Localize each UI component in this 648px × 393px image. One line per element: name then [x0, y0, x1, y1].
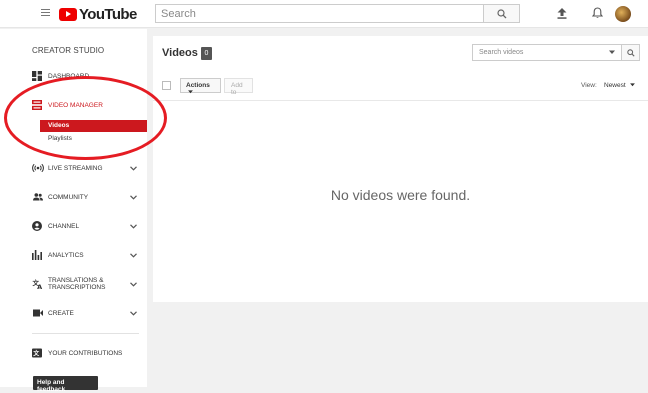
sidebar-item-label: TRANSLATIONS & TRANSCRIPTIONS — [48, 277, 106, 291]
chevron-down-icon — [130, 223, 137, 229]
dropdown-arrow-icon — [629, 83, 635, 87]
add-to-button[interactable]: Add to — [224, 78, 253, 96]
notifications-bell-icon[interactable] — [592, 7, 603, 19]
search-dropdown-arrow-icon[interactable] — [609, 50, 615, 55]
community-icon — [33, 193, 43, 201]
logo-text: YouTube — [79, 5, 137, 23]
empty-state-message: No videos were found. — [330, 187, 471, 203]
svg-text:A: A — [37, 283, 42, 289]
chevron-down-icon — [130, 281, 137, 287]
search-icon — [497, 9, 507, 19]
search-videos-button[interactable] — [621, 44, 640, 61]
dropdown-arrow-icon — [188, 90, 193, 94]
sidebar-item-your-contributions[interactable]: 文 YOUR CONTRIBUTIONS — [0, 346, 147, 360]
chevron-down-icon — [130, 252, 137, 258]
sidebar-item-label: COMMUNITY — [48, 193, 89, 201]
chevron-down-icon — [130, 194, 137, 200]
sidebar-item-label: CREATE — [48, 309, 74, 317]
youtube-logo[interactable]: YouTube — [59, 5, 137, 23]
help-and-feedback-button[interactable]: Help and feedback — [33, 376, 98, 393]
sidebar-item-label: DASHBOARD — [48, 72, 90, 80]
hamburger-menu-icon[interactable] — [41, 9, 50, 17]
video-manager-panel: Videos 0 Search videos Actions Add to Vi… — [153, 36, 648, 302]
sidebar-item-channel[interactable]: CHANNEL — [0, 219, 147, 233]
sidebar-divider — [32, 333, 139, 334]
sidebar-item-label: ANALYTICS — [48, 251, 84, 259]
top-bar: YouTube Search — [0, 0, 648, 28]
view-label: View: — [581, 82, 597, 89]
sidebar-item-label: LIVE STREAMING — [48, 164, 103, 172]
sidebar-item-analytics[interactable]: ANALYTICS — [0, 248, 147, 262]
actions-dropdown[interactable]: Actions — [180, 78, 221, 94]
play-logo-icon — [59, 7, 77, 21]
sidebar-subitem-playlists[interactable]: Playlists — [40, 133, 147, 145]
sidebar-item-translations[interactable]: 文 A TRANSLATIONS & TRANSCRIPTIONS — [0, 276, 147, 292]
page-title: Videos — [162, 47, 198, 59]
dashboard-icon — [32, 71, 42, 81]
sidebar-item-create[interactable]: CREATE — [0, 306, 147, 320]
view-sort-value: Newest — [604, 82, 626, 89]
sidebar-subitem-videos[interactable]: Videos — [40, 120, 147, 132]
live-streaming-icon — [32, 163, 44, 173]
sidebar-item-community[interactable]: COMMUNITY — [0, 190, 147, 204]
sidebar-item-live-streaming[interactable]: LIVE STREAMING — [0, 161, 147, 175]
sidebar-item-label: VIDEO MANAGER — [48, 101, 103, 109]
search-videos-input[interactable]: Search videos — [472, 44, 622, 61]
chevron-down-icon — [130, 165, 137, 171]
sidebar: CREATOR STUDIO DASHBOARD VIDEO MANAGER V… — [0, 29, 147, 393]
toolbar-divider — [153, 100, 648, 101]
sidebar-item-label: YOUR CONTRIBUTIONS — [48, 349, 123, 357]
video-manager-icon — [32, 100, 42, 110]
search-input[interactable]: Search — [155, 4, 484, 23]
search-icon — [627, 49, 635, 57]
analytics-icon — [32, 250, 42, 260]
sidebar-item-video-manager[interactable]: VIDEO MANAGER — [0, 98, 147, 112]
search-button[interactable] — [483, 4, 520, 23]
select-all-checkbox[interactable] — [162, 81, 171, 90]
chevron-down-icon — [130, 310, 137, 316]
translate-icon: 文 A — [32, 279, 42, 289]
sidebar-item-label: CHANNEL — [48, 222, 80, 230]
channel-icon — [32, 221, 42, 231]
svg-text:文: 文 — [32, 350, 40, 358]
upload-icon[interactable] — [557, 8, 567, 19]
create-icon — [33, 309, 43, 317]
sidebar-item-dashboard[interactable]: DASHBOARD — [0, 69, 147, 83]
creator-studio-title: CREATOR STUDIO — [32, 46, 105, 55]
contributions-icon: 文 — [32, 348, 42, 358]
actions-label: Actions — [186, 82, 210, 89]
account-avatar[interactable] — [615, 6, 631, 22]
view-sort-dropdown[interactable]: Newest — [604, 82, 635, 89]
video-count-badge: 0 — [201, 47, 212, 60]
